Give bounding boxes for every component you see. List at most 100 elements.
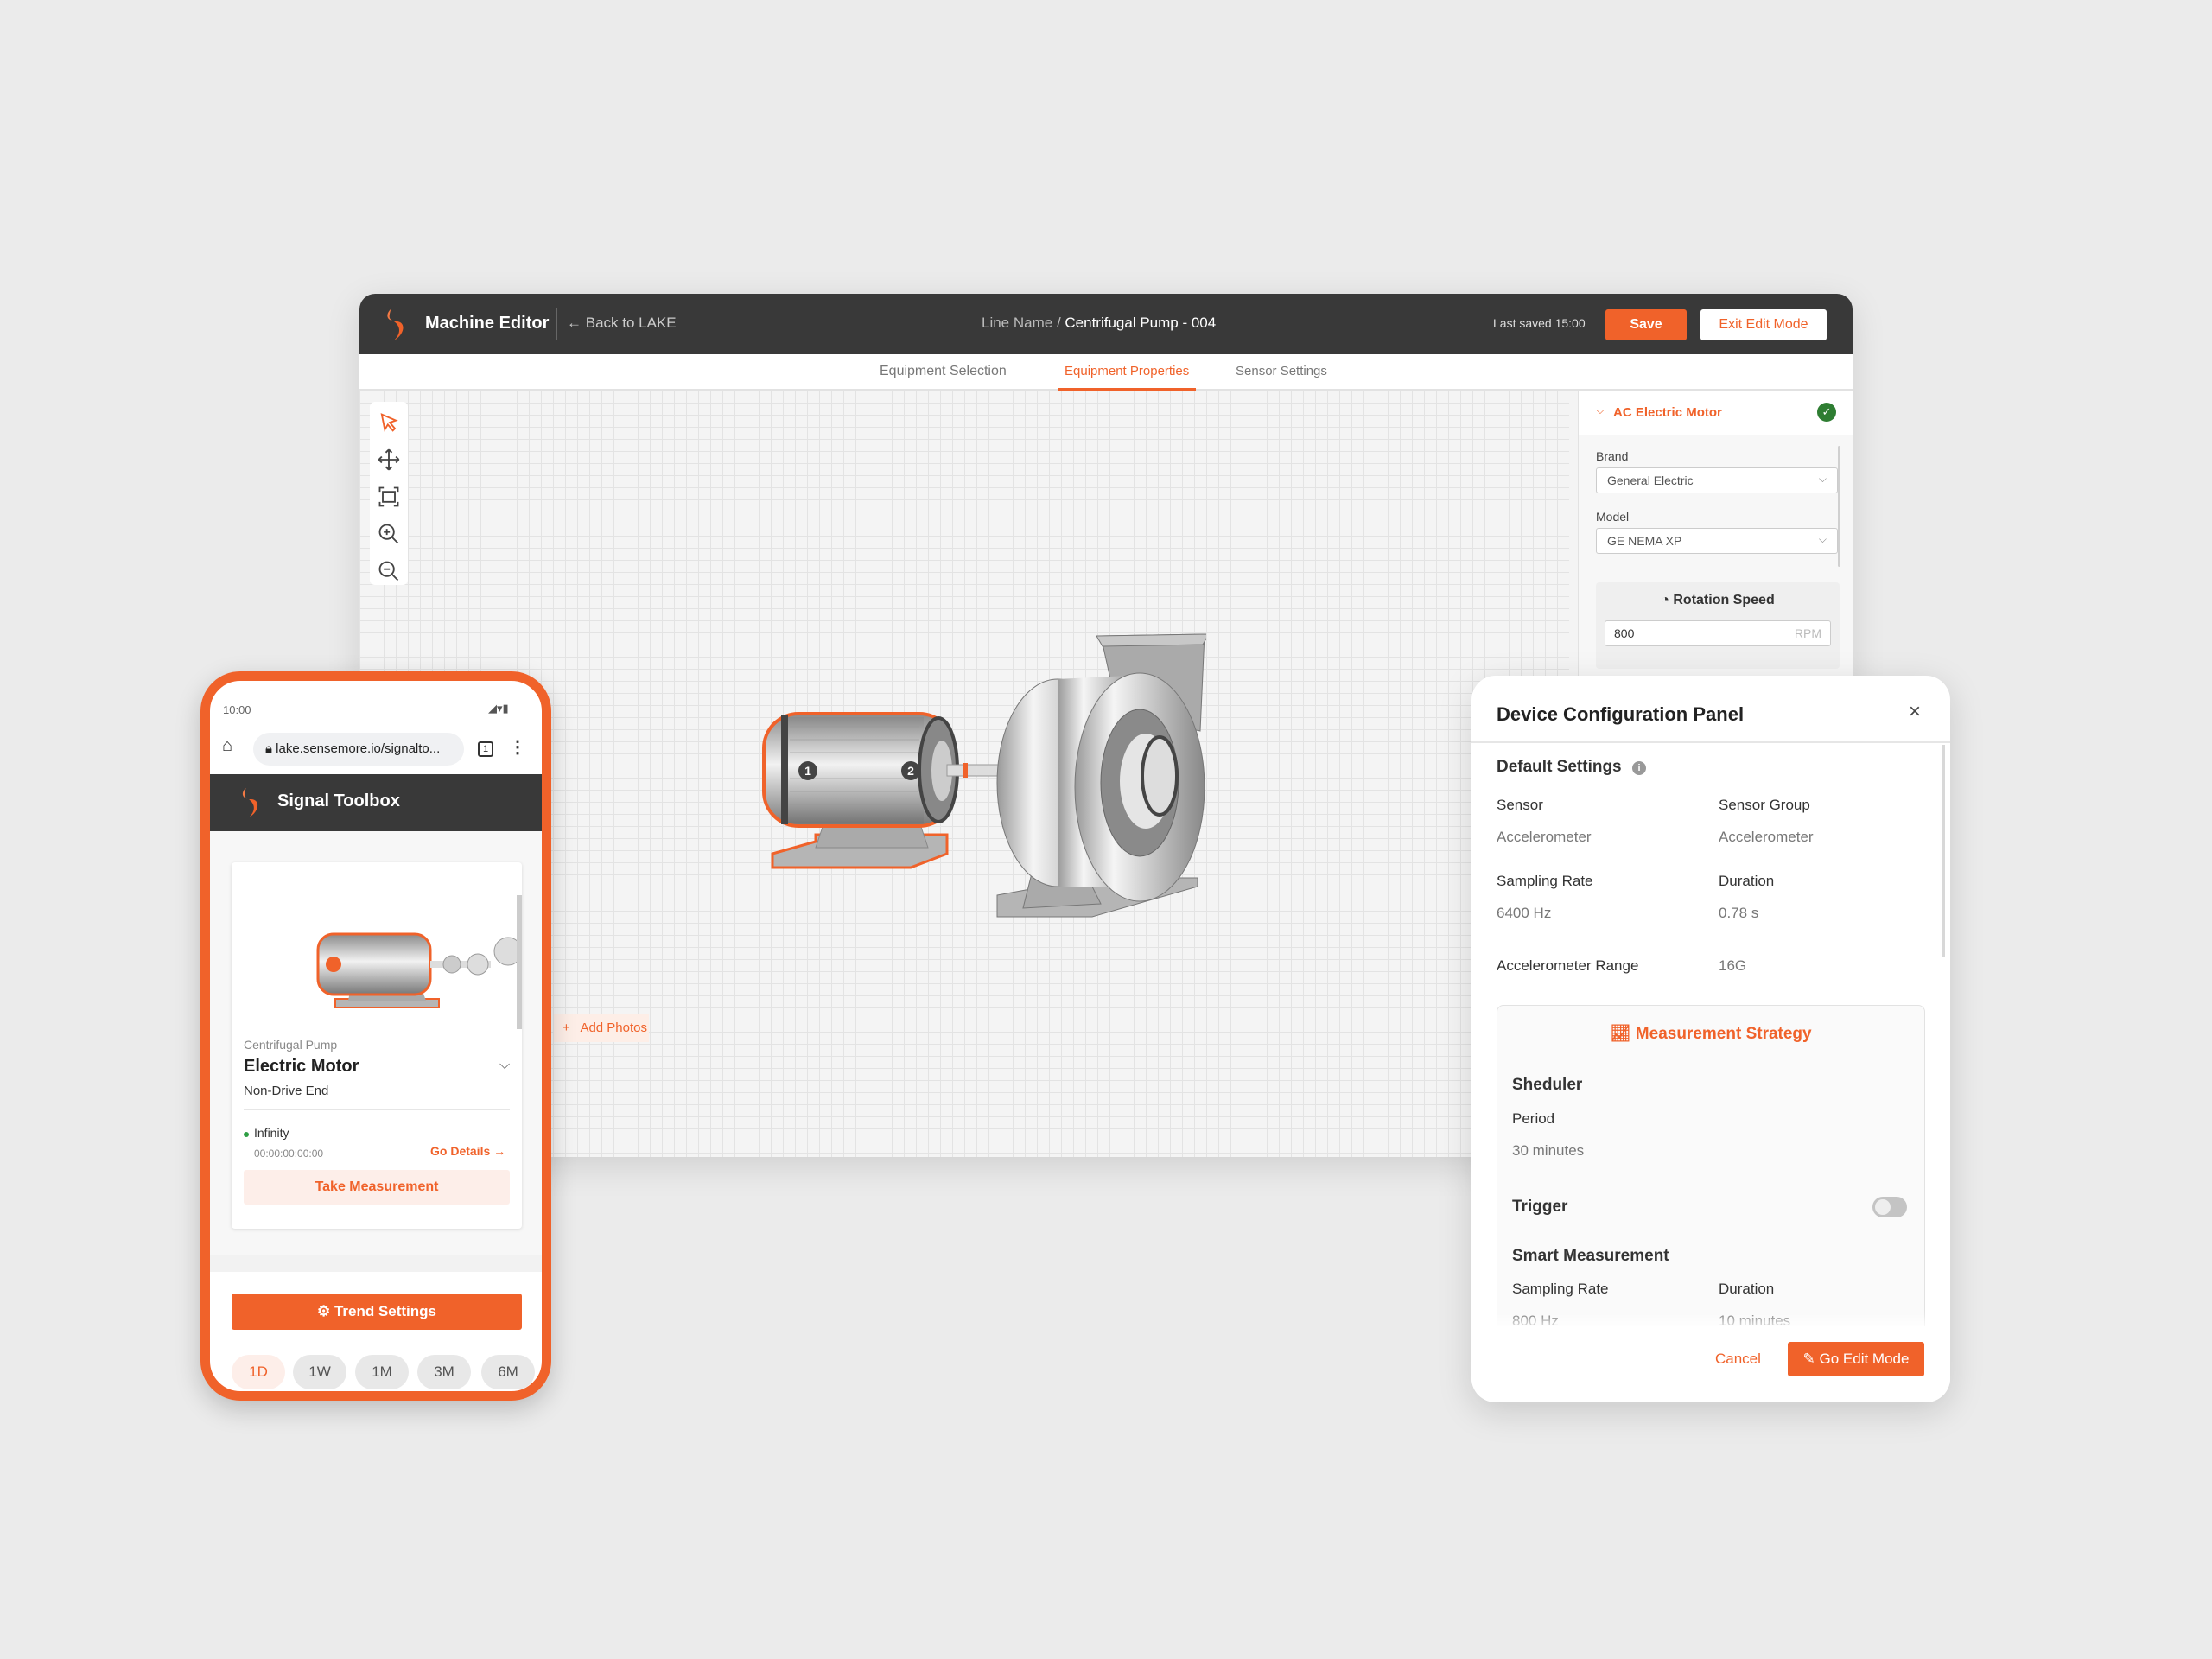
smart-sampling-rate-label: Sampling Rate — [1512, 1281, 1609, 1297]
cursor-icon[interactable] — [377, 410, 401, 435]
machine-model[interactable]: 1 2 — [747, 627, 1206, 925]
sensor-value: Accelerometer — [1497, 829, 1592, 845]
sensor-timestamp: 00:00:00:00:00 — [254, 1147, 324, 1160]
close-icon[interactable]: × — [1909, 700, 1921, 724]
period-label: Period — [1512, 1110, 1555, 1127]
tab-equipment-selection[interactable]: Equipment Selection — [880, 354, 1007, 391]
model-value: GE NEMA XP — [1607, 534, 1682, 548]
info-icon[interactable]: i — [1632, 761, 1646, 775]
chevron-down-icon: ⌵ — [1818, 533, 1827, 545]
trend-settings-button[interactable]: ⚙ Trend Settings — [232, 1294, 522, 1330]
mobile-phone: 10:00 ◢▾▮ ⌂ 🔒︎ lake.sensemore.io/signalt… — [200, 671, 551, 1401]
section-header-ac-electric-motor[interactable]: ⌵ AC Electric Motor ✓ — [1579, 391, 1853, 435]
breadcrumb-separator: / — [1052, 315, 1065, 331]
brand-label: Brand — [1596, 449, 1629, 463]
gauge-icon: ◔ — [1661, 593, 1674, 607]
arrow-left-icon: ← — [567, 315, 586, 331]
go-details-link[interactable]: Go Details → — [430, 1144, 505, 1158]
rotation-speed-box: ◔ Rotation Speed 800 RPM — [1596, 582, 1840, 669]
component-name: Electric Motor — [244, 1057, 359, 1076]
go-edit-mode-button[interactable]: ✎ Go Edit Mode — [1788, 1342, 1924, 1376]
take-measurement-button[interactable]: Take Measurement — [244, 1170, 510, 1205]
scheduler-title: Sheduler — [1512, 1076, 1583, 1094]
model-label: Model — [1596, 510, 1630, 524]
exit-edit-mode-button[interactable]: Exit Edit Mode — [1700, 309, 1827, 340]
cancel-button[interactable]: Cancel — [1715, 1351, 1761, 1368]
sensemore-logo-icon — [387, 309, 404, 340]
sensemore-logo-icon — [242, 787, 258, 818]
back-link[interactable]: ← Back to LAKE — [567, 315, 677, 332]
canvas-toolbar — [370, 402, 408, 585]
marker-2[interactable]: 2 — [907, 764, 914, 778]
marker-1[interactable]: 1 — [804, 764, 811, 778]
range-1d[interactable]: 1D — [232, 1355, 285, 1389]
brand-value: General Electric — [1607, 474, 1694, 487]
model-select[interactable]: GE NEMA XP ⌵ — [1596, 528, 1838, 554]
tab-sensor-settings[interactable]: Sensor Settings — [1236, 354, 1327, 391]
rotation-speed-input[interactable]: 800 RPM — [1605, 620, 1831, 646]
save-button[interactable]: Save — [1605, 309, 1687, 340]
breadcrumb-line[interactable]: Line Name — [982, 315, 1052, 331]
home-icon[interactable]: ⌂ — [222, 736, 232, 756]
position-name: Non-Drive End — [244, 1084, 329, 1098]
duration-label: Duration — [1719, 873, 1775, 889]
range-1w[interactable]: 1W — [293, 1355, 346, 1389]
tab-equipment-properties[interactable]: Equipment Properties — [1058, 354, 1197, 391]
default-settings-title: Default Settings — [1497, 758, 1622, 776]
last-saved: Last saved 15:00 — [1493, 316, 1586, 330]
divider — [210, 1255, 542, 1272]
divider — [556, 308, 557, 340]
more-menu-icon[interactable]: ⋮ — [509, 736, 526, 758]
zoom-out-icon[interactable] — [377, 559, 401, 583]
accelerometer-range-value: 16G — [1719, 957, 1747, 974]
centrifugal-pump[interactable] — [996, 633, 1206, 918]
zoom-in-icon[interactable] — [377, 522, 401, 546]
move-icon[interactable] — [377, 448, 401, 472]
chevron-down-icon[interactable]: ⌵ — [499, 1058, 510, 1073]
breadcrumb: Line Name / Centrifugal Pump - 004 — [982, 315, 1216, 332]
tab-count-button[interactable]: 1 — [478, 741, 493, 757]
sampling-rate-value: 6400 Hz — [1497, 905, 1552, 921]
url-bar[interactable]: 🔒︎ lake.sensemore.io/signalto... — [253, 733, 464, 766]
go-edit-mode-label: Go Edit Mode — [1819, 1351, 1910, 1367]
app-header: Signal Toolbox — [210, 774, 542, 831]
scrollbar[interactable] — [1942, 745, 1945, 957]
chevron-down-icon: ⌵ — [1818, 473, 1827, 485]
panel-title: Device Configuration Panel — [1497, 703, 1745, 725]
divider — [244, 1109, 510, 1110]
trend-settings-label: Trend Settings — [334, 1303, 437, 1319]
range-3m[interactable]: 3M — [417, 1355, 471, 1389]
check-circle-icon: ✓ — [1817, 403, 1836, 422]
electric-motor[interactable]: 1 2 — [762, 712, 1001, 869]
lock-icon: 🔒︎ — [265, 741, 276, 756]
divider — [1471, 741, 1950, 743]
online-status-dot — [244, 1132, 249, 1137]
trigger-label: Trigger — [1512, 1198, 1568, 1216]
sensor-group-value: Accelerometer — [1719, 829, 1814, 845]
fit-frame-icon[interactable] — [377, 485, 401, 509]
sampling-rate-label: Sampling Rate — [1497, 873, 1593, 889]
smart-measurement-title: Smart Measurement — [1512, 1247, 1669, 1265]
sensor-label: Sensor — [1497, 797, 1543, 813]
brand-select[interactable]: General Electric ⌵ — [1596, 467, 1838, 493]
scrollbar[interactable] — [1838, 446, 1840, 567]
period-value: 30 minutes — [1512, 1142, 1585, 1159]
add-photos-button[interactable]: + Add Photos — [554, 1014, 649, 1042]
rpm-unit: RPM — [1794, 626, 1821, 640]
status-time: 10:00 — [223, 703, 251, 716]
machine-name: Centrifugal Pump — [244, 1038, 338, 1052]
device-configuration-panel: Device Configuration Panel × Default Set… — [1471, 676, 1950, 1402]
range-6m[interactable]: 6M — [481, 1355, 535, 1389]
top-bar: Machine Editor ← Back to LAKE Line Name … — [359, 294, 1853, 354]
strategy-title: Measurement Strategy — [1635, 1025, 1812, 1043]
sensor-name: Infinity — [254, 1126, 289, 1140]
signal-wifi-battery-icon: ◢▾▮ — [488, 702, 509, 715]
tab-bar: Equipment Selection Equipment Properties… — [359, 354, 1853, 391]
rotation-speed-value: 800 — [1614, 626, 1635, 640]
panel-footer: Cancel ✎ Go Edit Mode — [1471, 1326, 1950, 1402]
range-1m[interactable]: 1M — [355, 1355, 409, 1389]
trigger-toggle[interactable] — [1872, 1197, 1907, 1217]
machine-thumbnail — [316, 895, 522, 1029]
plus-icon: + — [563, 1020, 581, 1035]
sensor-card: Centrifugal Pump Electric Motor ⌵ Non-Dr… — [232, 862, 522, 1229]
